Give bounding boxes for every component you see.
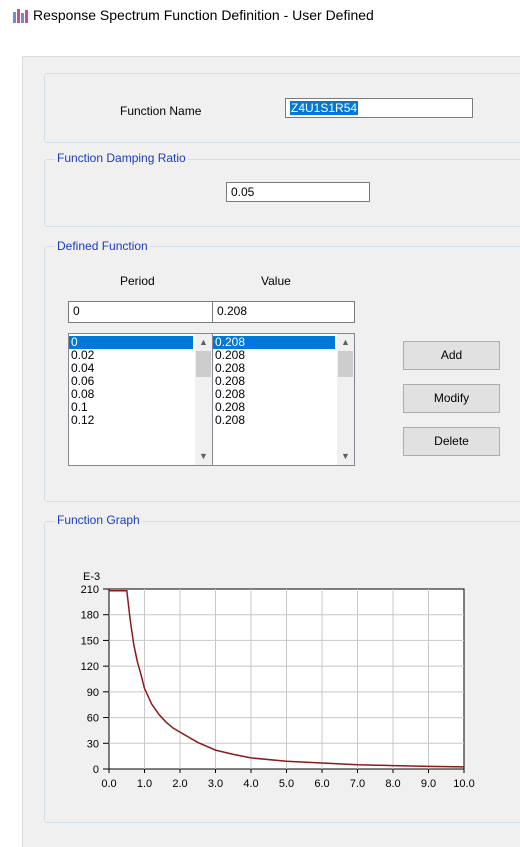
y-tick-label: 210	[81, 584, 99, 596]
x-tick-label: 7.0	[350, 778, 365, 790]
x-tick-label: 10.0	[453, 778, 474, 790]
x-tick-label: 8.0	[385, 778, 400, 790]
function-graph: E-3 0.0 1.0 2.0 3.0 4.0 5.0 6.0 7.0 8.0 9.0 10.0 0 3…	[81, 571, 475, 790]
y-tick-label: 120	[81, 661, 99, 673]
x-tick-label: 0.0	[101, 778, 116, 790]
window-title: Response Spectrum Function Definition - …	[33, 7, 374, 23]
x-tick-label: 3.0	[208, 778, 223, 790]
y-tick-label: 60	[87, 713, 99, 725]
x-tick-label: 5.0	[279, 778, 294, 790]
app-icon	[13, 9, 29, 23]
y-tick-label: 180	[81, 610, 99, 622]
x-tick-label: 6.0	[314, 778, 329, 790]
dialog-panel: Function Name Z4U1S1R54 Function Damping…	[22, 56, 520, 847]
y-tick-label: 0	[93, 764, 99, 776]
x-tick-label: 9.0	[421, 778, 436, 790]
title-bar[interactable]: Response Spectrum Function Definition - …	[0, 0, 520, 32]
x-tick-label: 2.0	[172, 778, 187, 790]
y-tick-label: 30	[87, 738, 99, 750]
x-tick-label: 1.0	[137, 778, 152, 790]
y-tick-label: 150	[81, 635, 99, 647]
y-multiplier-label: E-3	[83, 571, 100, 583]
y-tick-label: 90	[87, 687, 99, 699]
x-tick-label: 4.0	[243, 778, 258, 790]
